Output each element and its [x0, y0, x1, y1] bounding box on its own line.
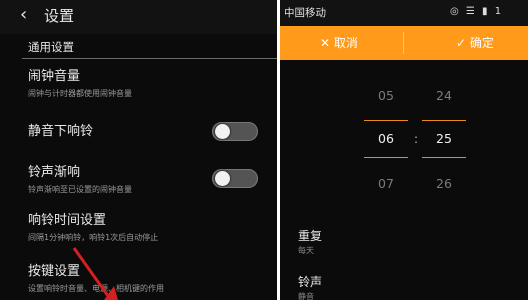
- confirm-button[interactable]: ✓ 确定: [456, 35, 494, 51]
- repeat-value: 每天: [298, 246, 314, 255]
- action-bar: ✕ 取消 ✓ 确定: [280, 26, 528, 60]
- action-divider: [403, 32, 404, 54]
- hour-selection-line: [364, 157, 408, 158]
- minute-prev[interactable]: 24: [424, 88, 464, 104]
- hour-selected[interactable]: 06: [366, 131, 406, 147]
- repeat-title: 重复: [298, 229, 323, 243]
- hour-prev[interactable]: 05: [366, 88, 406, 104]
- ringtone-title: 铃声: [298, 275, 323, 289]
- minute-selection-line: [422, 157, 466, 158]
- minute-selection-line: [422, 120, 466, 121]
- hour-next[interactable]: 07: [366, 176, 406, 192]
- time-separator: :: [414, 132, 419, 146]
- annotation-arrow-icon: [72, 247, 118, 300]
- minute-selected[interactable]: 25: [424, 131, 464, 147]
- cancel-button[interactable]: ✕ 取消: [320, 35, 358, 51]
- minute-next[interactable]: 26: [424, 176, 464, 192]
- carrier-label: 中国移动: [284, 7, 326, 19]
- status-icons: ◎ ☰ ▮ 1: [450, 6, 504, 17]
- ringtone-value: 静音: [298, 292, 314, 300]
- hour-selection-line: [364, 120, 408, 121]
- settings-screen: ‹ 设置 通用设置 闹钟音量 闹钟与计时器都使用闹钟音量 静音下响铃 铃声渐响 …: [0, 0, 277, 300]
- status-bar: 中国移动 ◎ ☰ ▮ 1: [280, 0, 528, 26]
- alarm-edit-screen: 中国移动 ◎ ☰ ▮ 1 ✕ 取消 ✓ 确定 05 06 07 : 24 25 …: [280, 0, 528, 300]
